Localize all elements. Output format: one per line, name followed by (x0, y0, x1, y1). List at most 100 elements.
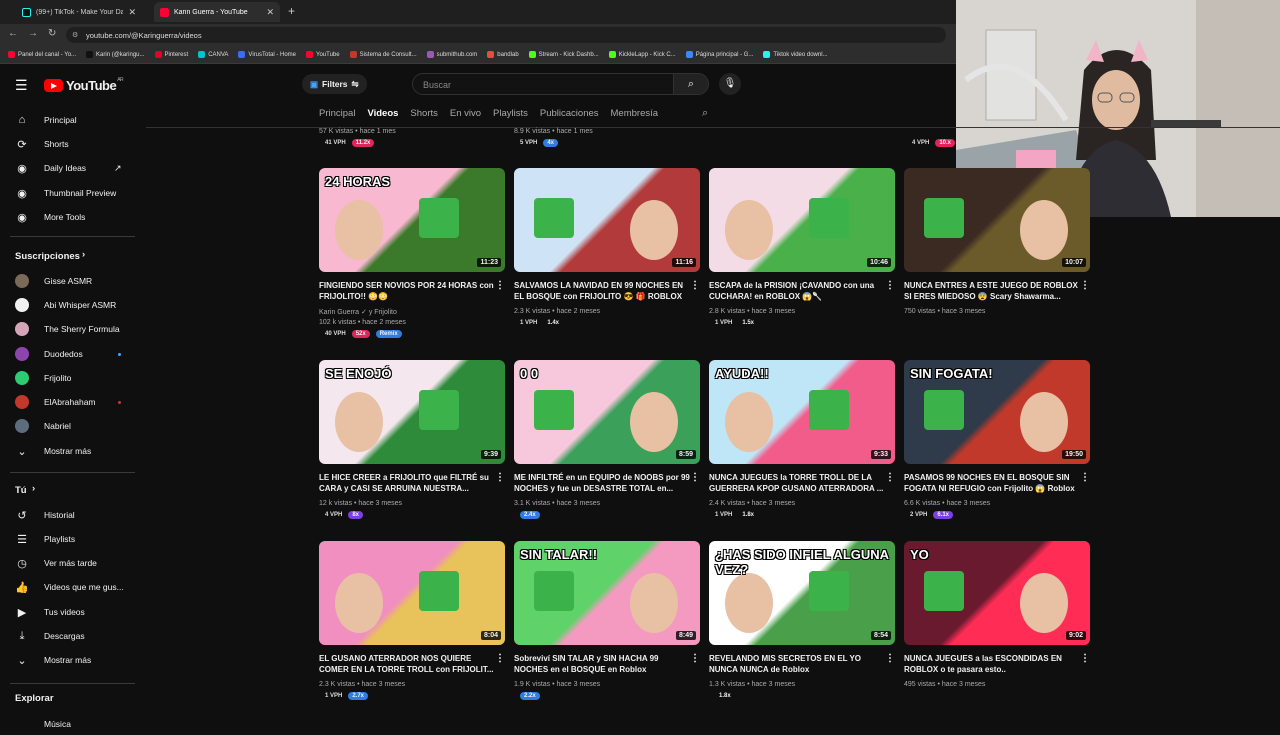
show-more-you[interactable]: ⌄ Mostrar más (0, 649, 145, 671)
sidebar-subscription[interactable]: Nabriel (0, 415, 145, 437)
subscriptions-heading[interactable]: Suscripciones (15, 251, 80, 262)
site-info-icon[interactable]: ⚙ (72, 31, 78, 39)
more-options-icon[interactable]: ⋮ (690, 280, 700, 291)
video-title[interactable]: NUNCA ENTRES A ESTE JUEGO DE ROBLOX SI E… (904, 280, 1080, 302)
bookmark-item[interactable]: Página principal - G... (685, 51, 753, 58)
more-options-icon[interactable]: ⋮ (1080, 280, 1090, 291)
video-title[interactable]: PASAMOS 99 NOCHES EN EL BOSQUE SIN FOGAT… (904, 472, 1080, 494)
more-options-icon[interactable]: ⋮ (885, 472, 895, 483)
more-options-icon[interactable]: ⋮ (495, 653, 505, 664)
bookmark-item[interactable]: Stream - Kick Dashb... (528, 51, 599, 58)
more-options-icon[interactable]: ⋮ (1080, 472, 1090, 483)
bookmark-item[interactable]: Tiktok video downl... (763, 51, 828, 58)
more-options-icon[interactable]: ⋮ (690, 472, 700, 483)
sidebar-item-videos-que-me-gus-[interactable]: 👍 Videos que me gus... (0, 576, 145, 598)
tab-shorts[interactable]: Shorts (410, 108, 437, 119)
bookmark-item[interactable]: Sistema de Consult... (349, 51, 417, 58)
sidebar-item-thumbnail-preview[interactable]: ◉ Thumbnail Preview (0, 182, 145, 204)
sidebar-subscription[interactable]: Frijolito (0, 367, 145, 389)
sidebar-item-musica[interactable]: Música (0, 713, 145, 735)
more-options-icon[interactable]: ⋮ (690, 653, 700, 664)
video-card[interactable]: 0 0 8:59 ME INFILTRÉ en un EQUIPO de NOOBS… (514, 360, 700, 520)
video-thumbnail[interactable]: 8:04 (319, 541, 505, 645)
sidebar-subscription[interactable]: The Sherry Formula (0, 318, 145, 340)
video-title[interactable]: ME INFILTRÉ en un EQUIPO de NOOBS por 99… (514, 472, 690, 494)
video-card[interactable]: SIN TALAR!! 8:49 Sobreviví SIN TALAR y SIN… (514, 541, 700, 701)
sidebar-subscription[interactable]: Gisse ASMR (0, 270, 145, 292)
search-button[interactable]: ⌕ (673, 73, 709, 95)
tab-videos[interactable]: Videos (367, 108, 398, 119)
bookmark-item[interactable]: Karin (@karingu... (86, 51, 145, 58)
channel-search-icon[interactable]: ⌕ (702, 107, 708, 120)
bookmark-item[interactable]: Pinterest (154, 51, 188, 58)
sidebar-subscription[interactable]: ElAbrahaham (0, 391, 145, 413)
video-thumbnail[interactable]: SE ENOJÓ 9:39 (319, 360, 505, 464)
tab-en-vivo[interactable]: En vivo (450, 108, 481, 119)
sidebar-subscription[interactable]: Abi Whisper ASMR (0, 294, 145, 316)
sidebar-item-ver-m-s-tarde[interactable]: ◷ Ver más tarde (0, 552, 145, 574)
video-thumbnail[interactable]: 10:07 (904, 168, 1090, 272)
video-card[interactable]: YO 9:02 NUNCA JUEGUES a las ESCONDIDAS EN … (904, 541, 1090, 701)
channel-name[interactable]: Karin Guerra ✓ y Frijolito (319, 308, 397, 316)
tab-principal[interactable]: Principal (319, 108, 355, 119)
video-title[interactable]: LE HICE CREER a FRIJOLITO que FILTRÉ su … (319, 472, 495, 494)
you-heading[interactable]: Tú (15, 485, 27, 496)
browser-tab-youtube[interactable]: Karin Guerra - YouTube ✕ (154, 2, 280, 22)
back-icon[interactable]: ← (8, 28, 18, 39)
forward-icon[interactable]: → (28, 28, 38, 39)
video-card[interactable]: ¿HAS SIDO INFIEL ALGUNA VEZ? 8:54 REVELAND… (709, 541, 895, 701)
video-title[interactable]: REVELANDO MIS SECRETOS EN EL YO NUNCA NU… (709, 653, 885, 675)
video-title[interactable]: ESCAPA de la PRISION ¡CAVANDO con una CU… (709, 280, 885, 302)
bookmark-item[interactable]: KickleLapp - Kick C... (608, 51, 676, 58)
youtube-logo[interactable]: YouTube AR (44, 77, 124, 93)
video-title[interactable]: FINGIENDO SER NOVIOS POR 24 HORAS con FR… (319, 280, 495, 302)
more-options-icon[interactable]: ⋮ (495, 472, 505, 483)
sidebar-item-more-tools[interactable]: ◉ More Tools (0, 206, 145, 228)
browser-tab-tiktok[interactable]: (99+) TikTok - Make Your Day ✕ (16, 2, 142, 22)
tab-playlists[interactable]: Playlists (493, 108, 528, 119)
video-thumbnail[interactable]: 10:46 (709, 168, 895, 272)
bookmark-item[interactable]: submithub.com (426, 51, 477, 58)
mic-button[interactable]: 🎙 (719, 73, 741, 95)
more-options-icon[interactable]: ⋮ (885, 280, 895, 291)
video-title[interactable]: NUNCA JUEGUES a las ESCONDIDAS EN ROBLOX… (904, 653, 1080, 675)
sidebar-item-historial[interactable]: ↺ Historial (0, 504, 145, 526)
new-tab-button[interactable]: + (288, 4, 295, 18)
search-input[interactable]: Buscar (412, 73, 674, 95)
more-options-icon[interactable]: ⋮ (495, 280, 505, 291)
bookmark-item[interactable]: CANVA (198, 51, 228, 58)
filters-button[interactable]: ▣ Filters ⇋ (302, 74, 367, 94)
tab-membres-a[interactable]: Membresía (611, 108, 659, 119)
sidebar-item-playlists[interactable]: ☰ Playlists (0, 528, 145, 550)
bookmark-item[interactable]: VirusTotal - Home (238, 51, 296, 58)
more-options-icon[interactable]: ⋮ (1080, 653, 1090, 664)
sidebar-item-principal[interactable]: ⌂ Principal (0, 109, 145, 131)
sidebar-subscription[interactable]: Duodedos (0, 343, 145, 365)
video-title[interactable]: EL GUSANO ATERRADOR NOS QUIERE COMER EN … (319, 653, 495, 675)
close-icon[interactable]: ✕ (128, 7, 136, 18)
close-icon[interactable]: ✕ (266, 7, 274, 18)
video-thumbnail[interactable]: ¿HAS SIDO INFIEL ALGUNA VEZ? 8:54 (709, 541, 895, 645)
video-card[interactable]: 24 HORAS 11:23 FINGIENDO SER NOVIOS POR 24… (319, 168, 505, 348)
video-card[interactable]: 11:16 SALVAMOS LA NAVIDAD EN 99 NOCHES EN… (514, 168, 700, 348)
video-thumbnail[interactable]: 11:16 (514, 168, 700, 272)
video-card[interactable]: 10:46 ESCAPA de la PRISION ¡CAVANDO con u… (709, 168, 895, 348)
video-title[interactable]: Sobreviví SIN TALAR y SIN HACHA 99 NOCHE… (514, 653, 690, 675)
video-card[interactable]: 8:04 EL GUSANO ATERRADOR NOS QUIERE COMER… (319, 541, 505, 701)
video-title[interactable]: NUNCA JUEGUES la TORRE TROLL DE LA GUERR… (709, 472, 885, 494)
video-thumbnail[interactable]: SIN FOGATA! 19:50 (904, 360, 1090, 464)
video-title[interactable]: SALVAMOS LA NAVIDAD EN 99 NOCHES EN EL B… (514, 280, 690, 302)
show-more-subscriptions[interactable]: ⌄ Mostrar más (0, 440, 145, 462)
video-thumbnail[interactable]: YO 9:02 (904, 541, 1090, 645)
more-options-icon[interactable]: ⋮ (885, 653, 895, 664)
video-thumbnail[interactable]: SIN TALAR!! 8:49 (514, 541, 700, 645)
bookmark-item[interactable]: bandlab (487, 51, 519, 58)
sidebar-item-tus-videos[interactable]: ▶ Tus videos (0, 601, 145, 623)
video-thumbnail[interactable]: 24 HORAS 11:23 (319, 168, 505, 272)
reload-icon[interactable]: ↻ (48, 28, 56, 39)
sidebar-item-shorts[interactable]: ⟳ Shorts (0, 133, 145, 155)
video-thumbnail[interactable]: AYUDA!! 9:33 (709, 360, 895, 464)
sidebar-item-descargas[interactable]: ⤓ Descargas (0, 625, 145, 647)
video-thumbnail[interactable]: 0 0 8:59 (514, 360, 700, 464)
tab-publicaciones[interactable]: Publicaciones (540, 108, 599, 119)
